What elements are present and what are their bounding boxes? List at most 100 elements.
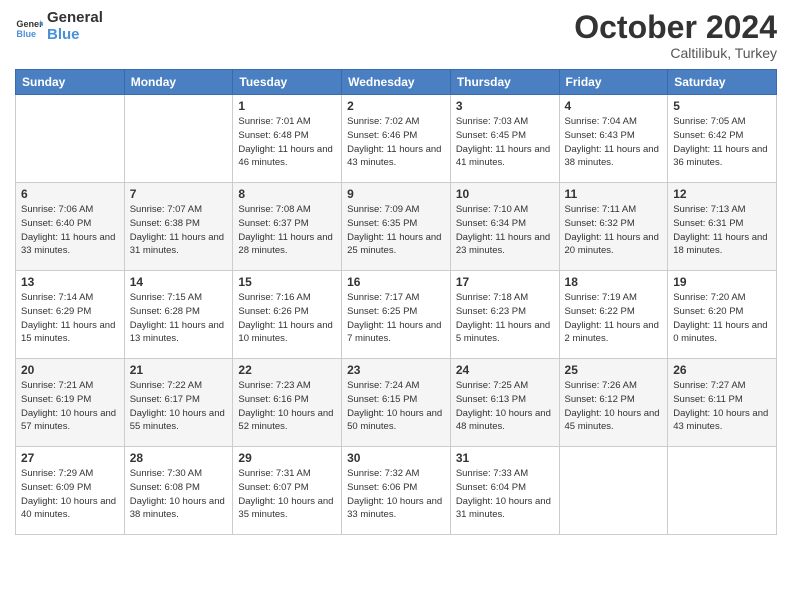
day-number: 29 (238, 451, 336, 465)
day-number: 24 (456, 363, 554, 377)
day-number: 28 (130, 451, 228, 465)
day-info: Sunrise: 7:11 AM Sunset: 6:32 PM Dayligh… (565, 203, 663, 258)
day-info: Sunrise: 7:21 AM Sunset: 6:19 PM Dayligh… (21, 379, 119, 434)
day-number: 4 (565, 99, 663, 113)
calendar-week-row: 1Sunrise: 7:01 AM Sunset: 6:48 PM Daylig… (16, 95, 777, 183)
calendar-week-row: 20Sunrise: 7:21 AM Sunset: 6:19 PM Dayli… (16, 359, 777, 447)
calendar-cell: 5 Sunrise: 7:05 AM Sunset: 6:42 PM Daylig… (668, 95, 777, 183)
page: General Blue General Blue October 2024 C… (0, 0, 792, 612)
day-info: Sunrise: 7:16 AM Sunset: 6:26 PM Dayligh… (238, 291, 336, 346)
calendar-cell: 28 Sunrise: 7:30 AM Sunset: 6:08 PM Dayli… (124, 447, 233, 535)
calendar-week-row: 27Sunrise: 7:29 AM Sunset: 6:09 PM Dayli… (16, 447, 777, 535)
calendar-cell (559, 447, 668, 535)
day-number: 14 (130, 275, 228, 289)
day-number: 31 (456, 451, 554, 465)
calendar-cell: 26Sunrise: 7:27 AM Sunset: 6:11 PM Dayli… (668, 359, 777, 447)
day-info: Sunrise: 7:07 AM Sunset: 6:38 PM Dayligh… (130, 203, 228, 258)
day-info: Sunrise: 7:19 AM Sunset: 6:22 PM Dayligh… (565, 291, 663, 346)
calendar-cell: 4 Sunrise: 7:04 AM Sunset: 6:43 PM Daylig… (559, 95, 668, 183)
logo-general: General (47, 10, 103, 27)
calendar-cell: 23Sunrise: 7:24 AM Sunset: 6:15 PM Dayli… (342, 359, 451, 447)
day-number: 10 (456, 187, 554, 201)
title-block: October 2024 Caltilibuk, Turkey (574, 10, 777, 61)
day-number: 5 (673, 99, 771, 113)
weekday-header: Tuesday (233, 70, 342, 95)
day-number: 12 (673, 187, 771, 201)
day-number: 21 (130, 363, 228, 377)
calendar-cell: 29 Sunrise: 7:31 AM Sunset: 6:07 PM Dayli… (233, 447, 342, 535)
weekday-header: Wednesday (342, 70, 451, 95)
calendar-cell (16, 95, 125, 183)
day-info: Sunrise: 7:02 AM Sunset: 6:46 PM Dayligh… (347, 115, 445, 170)
day-info: Sunrise: 7:22 AM Sunset: 6:17 PM Dayligh… (130, 379, 228, 434)
weekday-header: Thursday (450, 70, 559, 95)
day-number: 6 (21, 187, 119, 201)
calendar-cell: 20Sunrise: 7:21 AM Sunset: 6:19 PM Dayli… (16, 359, 125, 447)
day-number: 1 (238, 99, 336, 113)
day-info: Sunrise: 7:15 AM Sunset: 6:28 PM Dayligh… (130, 291, 228, 346)
calendar-cell: 14 Sunrise: 7:15 AM Sunset: 6:28 PM Dayli… (124, 271, 233, 359)
weekday-header: Friday (559, 70, 668, 95)
day-info: Sunrise: 7:05 AM Sunset: 6:42 PM Dayligh… (673, 115, 771, 170)
calendar-table: SundayMondayTuesdayWednesdayThursdayFrid… (15, 69, 777, 535)
calendar-cell: 30 Sunrise: 7:32 AM Sunset: 6:06 PM Dayli… (342, 447, 451, 535)
day-number: 27 (21, 451, 119, 465)
calendar-cell: 17 Sunrise: 7:18 AM Sunset: 6:23 PM Dayli… (450, 271, 559, 359)
day-info: Sunrise: 7:24 AM Sunset: 6:15 PM Dayligh… (347, 379, 445, 434)
day-info: Sunrise: 7:17 AM Sunset: 6:25 PM Dayligh… (347, 291, 445, 346)
day-info: Sunrise: 7:30 AM Sunset: 6:08 PM Dayligh… (130, 467, 228, 522)
logo: General Blue General Blue (15, 10, 103, 43)
location: Caltilibuk, Turkey (574, 45, 777, 61)
day-info: Sunrise: 7:26 AM Sunset: 6:12 PM Dayligh… (565, 379, 663, 434)
calendar-cell: 3Sunrise: 7:03 AM Sunset: 6:45 PM Daylig… (450, 95, 559, 183)
day-info: Sunrise: 7:31 AM Sunset: 6:07 PM Dayligh… (238, 467, 336, 522)
logo-icon: General Blue (15, 13, 43, 41)
day-info: Sunrise: 7:23 AM Sunset: 6:16 PM Dayligh… (238, 379, 336, 434)
day-info: Sunrise: 7:09 AM Sunset: 6:35 PM Dayligh… (347, 203, 445, 258)
day-info: Sunrise: 7:20 AM Sunset: 6:20 PM Dayligh… (673, 291, 771, 346)
day-number: 8 (238, 187, 336, 201)
calendar-header-row: SundayMondayTuesdayWednesdayThursdayFrid… (16, 70, 777, 95)
day-number: 30 (347, 451, 445, 465)
day-info: Sunrise: 7:32 AM Sunset: 6:06 PM Dayligh… (347, 467, 445, 522)
day-info: Sunrise: 7:06 AM Sunset: 6:40 PM Dayligh… (21, 203, 119, 258)
day-number: 7 (130, 187, 228, 201)
day-number: 3 (456, 99, 554, 113)
calendar-cell: 13Sunrise: 7:14 AM Sunset: 6:29 PM Dayli… (16, 271, 125, 359)
day-info: Sunrise: 7:33 AM Sunset: 6:04 PM Dayligh… (456, 467, 554, 522)
calendar-week-row: 13Sunrise: 7:14 AM Sunset: 6:29 PM Dayli… (16, 271, 777, 359)
day-number: 9 (347, 187, 445, 201)
day-info: Sunrise: 7:04 AM Sunset: 6:43 PM Dayligh… (565, 115, 663, 170)
weekday-header: Sunday (16, 70, 125, 95)
day-number: 26 (673, 363, 771, 377)
calendar-cell: 24 Sunrise: 7:25 AM Sunset: 6:13 PM Dayli… (450, 359, 559, 447)
calendar-week-row: 6 Sunrise: 7:06 AM Sunset: 6:40 PM Daylig… (16, 183, 777, 271)
weekday-header: Saturday (668, 70, 777, 95)
day-info: Sunrise: 7:13 AM Sunset: 6:31 PM Dayligh… (673, 203, 771, 258)
calendar-cell: 10Sunrise: 7:10 AM Sunset: 6:34 PM Dayli… (450, 183, 559, 271)
day-number: 17 (456, 275, 554, 289)
calendar-cell: 16Sunrise: 7:17 AM Sunset: 6:25 PM Dayli… (342, 271, 451, 359)
calendar-cell: 7 Sunrise: 7:07 AM Sunset: 6:38 PM Daylig… (124, 183, 233, 271)
day-number: 19 (673, 275, 771, 289)
month-title: October 2024 (574, 10, 777, 45)
calendar-cell: 27Sunrise: 7:29 AM Sunset: 6:09 PM Dayli… (16, 447, 125, 535)
calendar-cell: 18Sunrise: 7:19 AM Sunset: 6:22 PM Dayli… (559, 271, 668, 359)
calendar-cell: 12 Sunrise: 7:13 AM Sunset: 6:31 PM Dayli… (668, 183, 777, 271)
svg-text:General: General (16, 19, 43, 29)
header: General Blue General Blue October 2024 C… (15, 10, 777, 61)
calendar-cell: 11 Sunrise: 7:11 AM Sunset: 6:32 PM Dayli… (559, 183, 668, 271)
day-info: Sunrise: 7:14 AM Sunset: 6:29 PM Dayligh… (21, 291, 119, 346)
svg-text:Blue: Blue (16, 28, 36, 38)
calendar-cell: 15Sunrise: 7:16 AM Sunset: 6:26 PM Dayli… (233, 271, 342, 359)
calendar-cell: 8Sunrise: 7:08 AM Sunset: 6:37 PM Daylig… (233, 183, 342, 271)
calendar-cell: 31 Sunrise: 7:33 AM Sunset: 6:04 PM Dayli… (450, 447, 559, 535)
day-info: Sunrise: 7:18 AM Sunset: 6:23 PM Dayligh… (456, 291, 554, 346)
calendar-cell: 21 Sunrise: 7:22 AM Sunset: 6:17 PM Dayli… (124, 359, 233, 447)
calendar-cell: 2Sunrise: 7:02 AM Sunset: 6:46 PM Daylig… (342, 95, 451, 183)
calendar-cell: 25Sunrise: 7:26 AM Sunset: 6:12 PM Dayli… (559, 359, 668, 447)
day-info: Sunrise: 7:25 AM Sunset: 6:13 PM Dayligh… (456, 379, 554, 434)
logo-blue: Blue (47, 27, 103, 44)
day-number: 22 (238, 363, 336, 377)
day-number: 11 (565, 187, 663, 201)
